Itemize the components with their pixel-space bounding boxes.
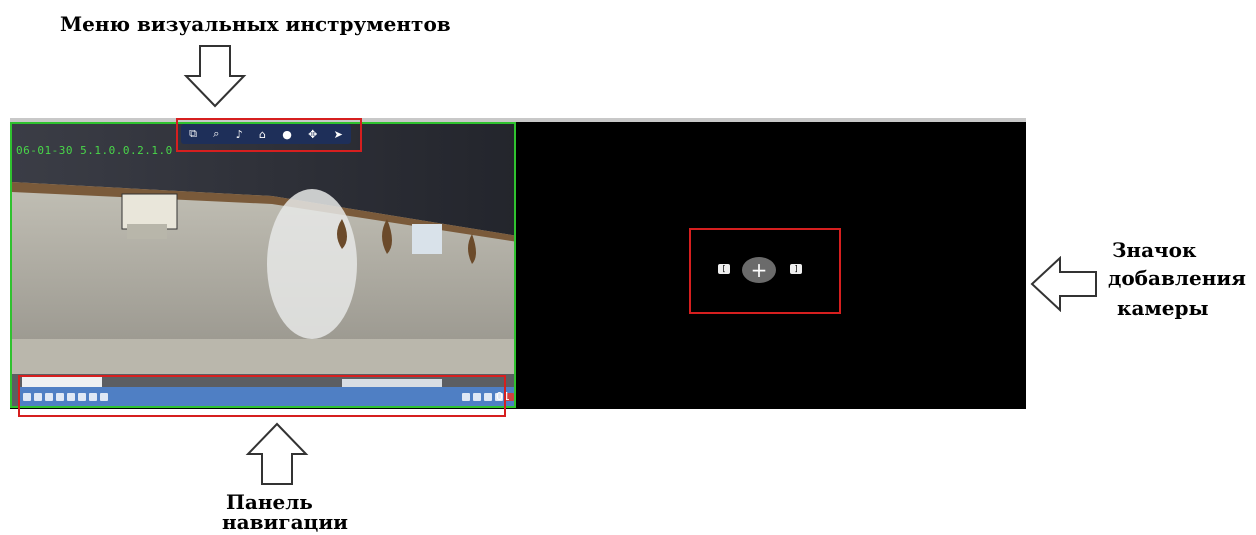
navigation-annotation-line2: навигации bbox=[222, 510, 348, 534]
add-camera-annotation-line2: добавления bbox=[1108, 266, 1246, 290]
up-arrow-icon bbox=[245, 422, 309, 485]
camera-view-pane[interactable]: 06-01-30 5.1.0.0.2.1.0 bbox=[10, 122, 516, 408]
camera-image bbox=[12, 124, 514, 406]
toolbar-annotation-label: Меню визуальных инструментов bbox=[60, 12, 451, 36]
left-arrow-icon bbox=[1030, 256, 1097, 312]
add-camera-highlight-box bbox=[689, 228, 841, 314]
down-arrow-icon bbox=[183, 45, 247, 108]
navigation-highlight-box bbox=[18, 375, 506, 417]
camera-id-label: 06-01-30 5.1.0.0.2.1.0 bbox=[16, 144, 173, 157]
toolbar-highlight-box bbox=[176, 118, 362, 152]
add-camera-annotation-line1: Значок bbox=[1112, 238, 1197, 262]
add-camera-annotation-line3: камеры bbox=[1117, 296, 1209, 320]
